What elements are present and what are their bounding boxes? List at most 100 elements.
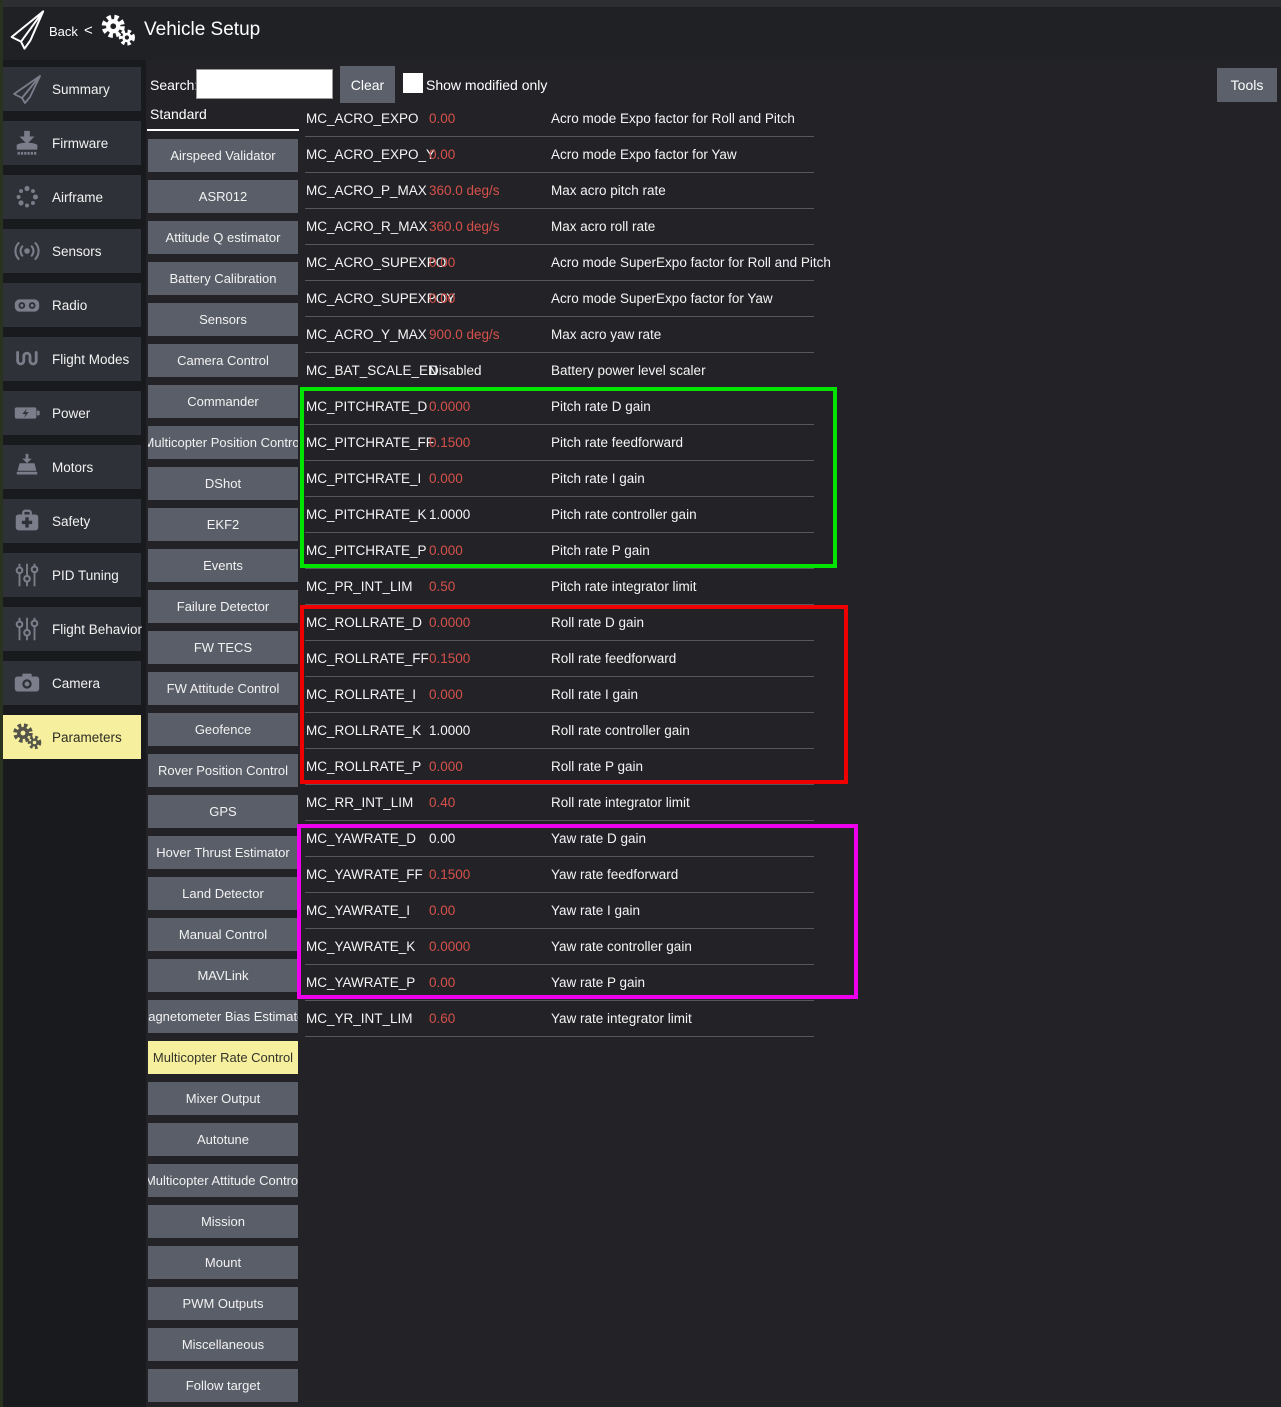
param-row-mc-yawrate-d[interactable]: MC_YAWRATE_D0.00Yaw rate D gain <box>305 821 814 857</box>
param-row-mc-acro-y-max[interactable]: MC_ACRO_Y_MAX900.0 deg/sMax acro yaw rat… <box>305 317 814 353</box>
param-value: Disabled <box>429 353 482 388</box>
back-button[interactable]: Back <box>49 24 78 39</box>
param-description: Pitch rate feedforward <box>551 425 683 460</box>
category-mount[interactable]: Mount <box>148 1246 298 1279</box>
param-row-mc-rollrate-ff[interactable]: MC_ROLLRATE_FF0.1500Roll rate feedforwar… <box>305 641 814 677</box>
sidebar-item-sensors[interactable]: Sensors <box>3 229 141 273</box>
param-value: 0.000 <box>429 677 463 712</box>
param-row-mc-pitchrate-k[interactable]: MC_PITCHRATE_K1.0000Pitch rate controlle… <box>305 497 814 533</box>
sidebar-item-label: Flight Behavior <box>52 622 142 637</box>
category-label: Miscellaneous <box>182 1337 264 1352</box>
param-value: 0.00 <box>429 893 455 928</box>
category-label: MAVLink <box>197 968 248 983</box>
sidebar-item-firmware[interactable]: Firmware <box>3 121 141 165</box>
param-row-mc-yawrate-p[interactable]: MC_YAWRATE_P0.00Yaw rate P gain <box>305 965 814 1001</box>
category-ekf2[interactable]: EKF2 <box>148 508 298 541</box>
category-label: Follow target <box>186 1378 260 1393</box>
search-input[interactable] <box>196 69 333 99</box>
sidebar-item-flight-modes[interactable]: Flight Modes <box>3 337 141 381</box>
category-asr012[interactable]: ASR012 <box>148 180 298 213</box>
param-description: Battery power level scaler <box>551 353 706 388</box>
param-row-mc-acro-supexpo[interactable]: MC_ACRO_SUPEXPO0.00Acro mode SuperExpo f… <box>305 245 814 281</box>
category-dshot[interactable]: DShot <box>148 467 298 500</box>
param-row-mc-rollrate-d[interactable]: MC_ROLLRATE_D0.0000Roll rate D gain <box>305 605 814 641</box>
category-autotune[interactable]: Autotune <box>148 1123 298 1156</box>
param-row-mc-yr-int-lim[interactable]: MC_YR_INT_LIM0.60Yaw rate integrator lim… <box>305 1001 814 1037</box>
param-row-mc-acro-expo-y[interactable]: MC_ACRO_EXPO_Y0.00Acro mode Expo factor … <box>305 137 814 173</box>
param-value: 0.1500 <box>429 641 470 676</box>
category-manual-control[interactable]: Manual Control <box>148 918 298 951</box>
category-fw-attitude-control[interactable]: FW Attitude Control <box>148 672 298 705</box>
category-multicopter-rate-control[interactable]: Multicopter Rate Control <box>148 1041 298 1074</box>
param-value: 0.0000 <box>429 929 470 964</box>
param-name: MC_ACRO_R_MAX <box>306 209 428 244</box>
category-label: Sensors <box>199 312 247 327</box>
category-hover-thrust-estimator[interactable]: Hover Thrust Estimator <box>148 836 298 869</box>
sidebar-item-pid-tuning[interactable]: PID Tuning <box>3 553 141 597</box>
category-follow-target[interactable]: Follow target <box>148 1369 298 1402</box>
show-modified-checkbox[interactable] <box>403 73 423 93</box>
category-multicopter-position-control[interactable]: Multicopter Position Control <box>148 426 298 459</box>
category-failure-detector[interactable]: Failure Detector <box>148 590 298 623</box>
param-value: 0.000 <box>429 461 463 496</box>
param-row-mc-pitchrate-d[interactable]: MC_PITCHRATE_D0.0000Pitch rate D gain <box>305 389 814 425</box>
category-magnetometer-bias-estimator[interactable]: Magnetometer Bias Estimator <box>148 1000 298 1033</box>
param-row-mc-yawrate-ff[interactable]: MC_YAWRATE_FF0.1500Yaw rate feedforward <box>305 857 814 893</box>
category-airspeed-validator[interactable]: Airspeed Validator <box>148 139 298 172</box>
category-label: Rover Position Control <box>158 763 288 778</box>
category-gps[interactable]: GPS <box>148 795 298 828</box>
param-row-mc-pitchrate-i[interactable]: MC_PITCHRATE_I0.000Pitch rate I gain <box>305 461 814 497</box>
category-events[interactable]: Events <box>148 549 298 582</box>
category-camera-control[interactable]: Camera Control <box>148 344 298 377</box>
sidebar-item-power[interactable]: Power <box>3 391 141 435</box>
category-fw-tecs[interactable]: FW TECS <box>148 631 298 664</box>
sidebar-item-parameters[interactable]: Parameters <box>3 715 141 759</box>
sidebar-item-label: Motors <box>52 460 93 475</box>
category-label: EKF2 <box>207 517 240 532</box>
sidebar-item-summary[interactable]: Summary <box>3 67 141 111</box>
param-row-mc-rr-int-lim[interactable]: MC_RR_INT_LIM0.40Roll rate integrator li… <box>305 785 814 821</box>
param-name: MC_PR_INT_LIM <box>306 569 413 604</box>
param-row-mc-rollrate-p[interactable]: MC_ROLLRATE_P0.000Roll rate P gain <box>305 749 814 785</box>
category-mavlink[interactable]: MAVLink <box>148 959 298 992</box>
category-rover-position-control[interactable]: Rover Position Control <box>148 754 298 787</box>
category-sensors[interactable]: Sensors <box>148 303 298 336</box>
window-top-edge <box>0 0 1281 7</box>
param-row-mc-yawrate-k[interactable]: MC_YAWRATE_K0.0000Yaw rate controller ga… <box>305 929 814 965</box>
param-description: Pitch rate P gain <box>551 533 650 568</box>
param-description: Yaw rate I gain <box>551 893 640 928</box>
category-geofence[interactable]: Geofence <box>148 713 298 746</box>
category-mission[interactable]: Mission <box>148 1205 298 1238</box>
category-pwm-outputs[interactable]: PWM Outputs <box>148 1287 298 1320</box>
param-row-mc-rollrate-i[interactable]: MC_ROLLRATE_I0.000Roll rate I gain <box>305 677 814 713</box>
param-row-mc-pitchrate-p[interactable]: MC_PITCHRATE_P0.000Pitch rate P gain <box>305 533 814 569</box>
sidebar-item-flight-behavior[interactable]: Flight Behavior <box>3 607 141 651</box>
tools-button[interactable]: Tools <box>1217 68 1277 102</box>
param-row-mc-acro-r-max[interactable]: MC_ACRO_R_MAX360.0 deg/sMax acro roll ra… <box>305 209 814 245</box>
param-row-mc-bat-scale-en[interactable]: MC_BAT_SCALE_ENDisabledBattery power lev… <box>305 353 814 389</box>
param-row-mc-acro-p-max[interactable]: MC_ACRO_P_MAX360.0 deg/sMax acro pitch r… <box>305 173 814 209</box>
category-land-detector[interactable]: Land Detector <box>148 877 298 910</box>
sidebar-item-motors[interactable]: Motors <box>3 445 141 489</box>
category-commander[interactable]: Commander <box>148 385 298 418</box>
airframe-icon <box>10 180 44 214</box>
sidebar-item-radio[interactable]: Radio <box>3 283 141 327</box>
param-row-mc-yawrate-i[interactable]: MC_YAWRATE_I0.00Yaw rate I gain <box>305 893 814 929</box>
category-attitude-q-estimator[interactable]: Attitude Q estimator <box>148 221 298 254</box>
param-row-mc-pitchrate-ff[interactable]: MC_PITCHRATE_FF0.1500Pitch rate feedforw… <box>305 425 814 461</box>
param-row-mc-acro-supexpoy[interactable]: MC_ACRO_SUPEXPOY0.00Acro mode SuperExpo … <box>305 281 814 317</box>
category-miscellaneous[interactable]: Miscellaneous <box>148 1328 298 1361</box>
clear-button[interactable]: Clear <box>340 66 395 103</box>
param-row-mc-pr-int-lim[interactable]: MC_PR_INT_LIM0.50Pitch rate integrator l… <box>305 569 814 605</box>
camera-icon <box>10 666 44 700</box>
sidebar-item-airframe[interactable]: Airframe <box>3 175 141 219</box>
param-value: 0.000 <box>429 533 463 568</box>
category-mixer-output[interactable]: Mixer Output <box>148 1082 298 1115</box>
sidebar-item-camera[interactable]: Camera <box>3 661 141 705</box>
category-multicopter-attitude-control[interactable]: Multicopter Attitude Control <box>148 1164 298 1197</box>
param-row-mc-rollrate-k[interactable]: MC_ROLLRATE_K1.0000Roll rate controller … <box>305 713 814 749</box>
category-label: FW TECS <box>194 640 252 655</box>
category-battery-calibration[interactable]: Battery Calibration <box>148 262 298 295</box>
sidebar-item-safety[interactable]: Safety <box>3 499 141 543</box>
param-row-mc-acro-expo[interactable]: MC_ACRO_EXPO0.00Acro mode Expo factor fo… <box>305 101 814 137</box>
